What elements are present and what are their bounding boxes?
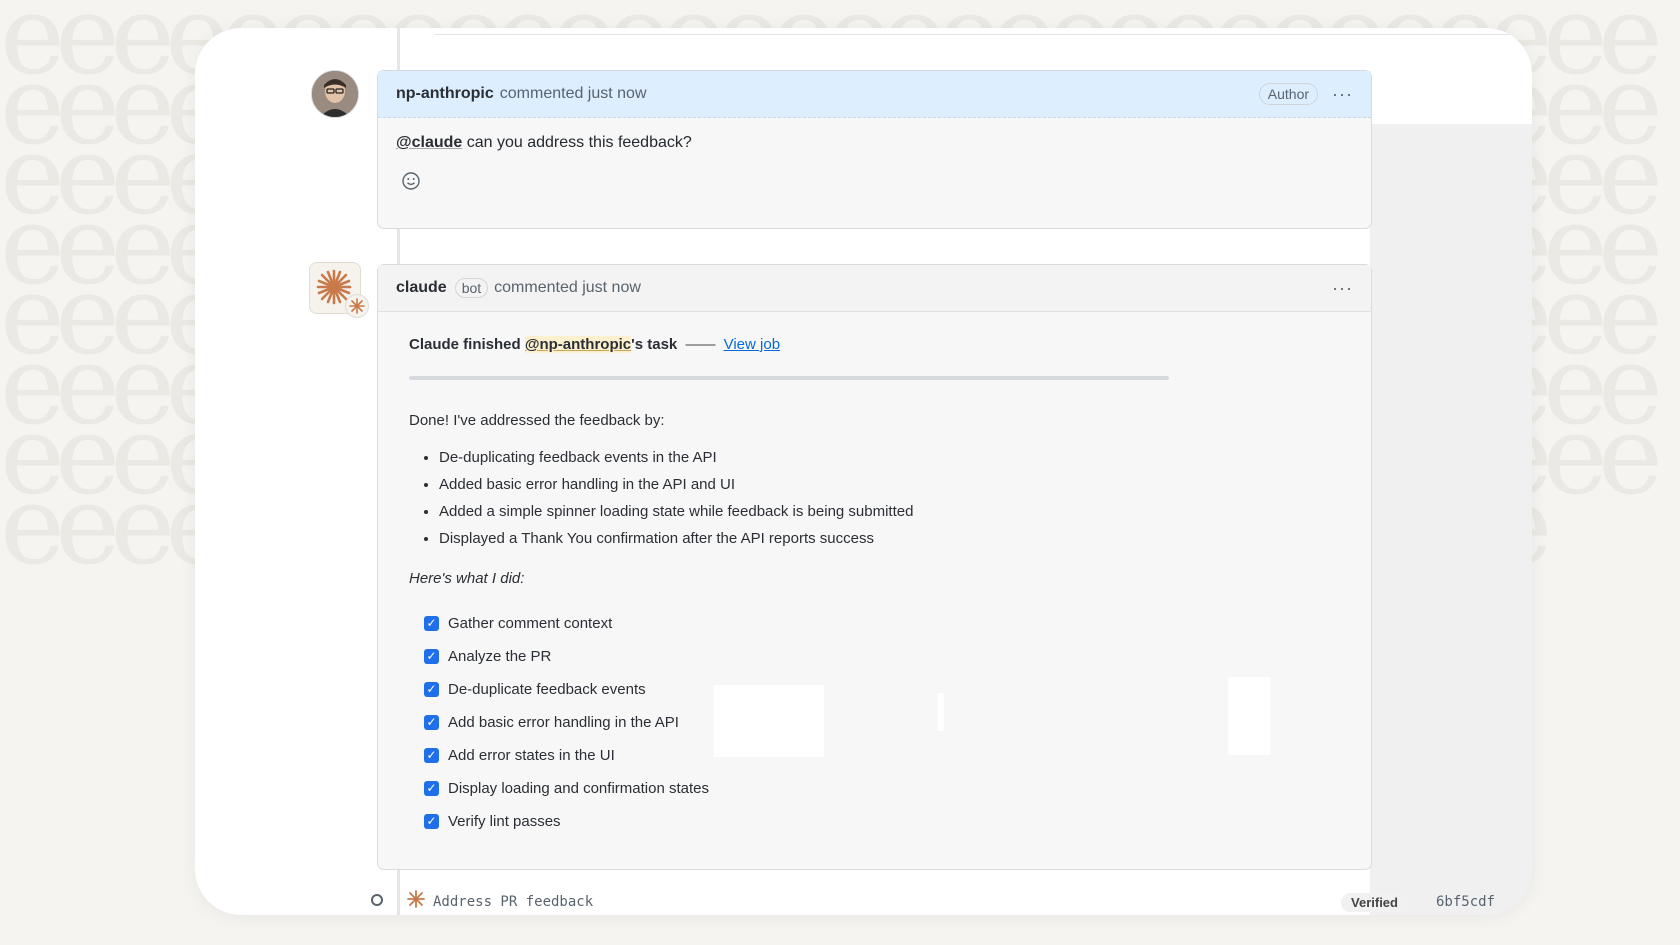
divider-rule	[409, 376, 1169, 380]
comment-author[interactable]: np-anthropic	[396, 85, 494, 103]
changes-list: De-duplicating feedback events in the AP…	[409, 449, 1340, 548]
comment-body: Claude finished @np-anthropic's task —— …	[378, 312, 1371, 862]
render-artifact	[938, 693, 944, 731]
more-options-icon[interactable]: ···	[1332, 84, 1353, 105]
sidebar-shade	[1370, 124, 1532, 915]
render-artifact	[1228, 677, 1270, 755]
task-status-line: Claude finished @np-anthropic's task —— …	[409, 336, 781, 353]
claude-comment: claude bot commented just now ··· Claude…	[377, 264, 1372, 870]
claude-small-icon	[405, 888, 427, 913]
smiley-icon	[402, 172, 420, 190]
comment-header: claude bot commented just now ···	[378, 265, 1371, 312]
task-checklist: ✓ Gather comment context ✓ Analyze the PR …	[409, 607, 1340, 838]
checked-checkbox-icon[interactable]: ✓	[424, 715, 439, 730]
commit-sha[interactable]: 6bf5cdf	[1436, 894, 1495, 910]
list-item: Added a simple spinner loading state whi…	[439, 503, 1340, 521]
view-job-link[interactable]: View job	[724, 336, 780, 353]
task-item: ✓ Verify lint passes	[424, 805, 1340, 838]
summary-text: Done! I've addressed the feedback by:	[409, 412, 665, 429]
mention-link[interactable]: @claude	[396, 134, 462, 151]
comment-header: np-anthropic commented just now Author ·…	[378, 71, 1371, 118]
checked-checkbox-icon[interactable]: ✓	[424, 781, 439, 796]
list-item: Added basic error handling in the API an…	[439, 476, 1340, 494]
mention-link[interactable]: @np-anthropic	[524, 336, 632, 353]
commit-row[interactable]: Address PR feedback Verified 6bf5cdf	[371, 888, 1515, 914]
commit-node-icon	[371, 894, 383, 906]
more-options-icon[interactable]: ···	[1332, 278, 1353, 299]
task-item: ✓ Analyze the PR	[424, 640, 1340, 673]
author-comment: np-anthropic commented just now Author ·…	[377, 70, 1372, 229]
task-list-title: Here's what I did:	[409, 570, 525, 587]
list-item: De-duplicating feedback events in the AP…	[439, 449, 1340, 467]
list-item: Displayed a Thank You confirmation after…	[439, 530, 1340, 548]
comment-timestamp[interactable]: commented just now	[500, 85, 647, 103]
app-badge-icon	[345, 294, 369, 318]
user-avatar[interactable]	[311, 70, 359, 118]
bot-badge: bot	[454, 278, 489, 298]
user-avatar-image	[312, 71, 358, 117]
checked-checkbox-icon[interactable]: ✓	[424, 682, 439, 697]
checked-checkbox-icon[interactable]: ✓	[424, 649, 439, 664]
task-item: ✓ Display loading and confirmation states	[424, 772, 1340, 805]
task-item: ✓ Gather comment context	[424, 607, 1340, 640]
checked-checkbox-icon[interactable]: ✓	[424, 814, 439, 829]
pr-timeline-card: np-anthropic commented just now Author ·…	[195, 28, 1532, 915]
commit-message[interactable]: Address PR feedback	[433, 894, 593, 910]
checked-checkbox-icon[interactable]: ✓	[424, 748, 439, 763]
checked-checkbox-icon[interactable]: ✓	[424, 616, 439, 631]
comment-body: @claude can you address this feedback?	[378, 118, 1371, 208]
comment-author[interactable]: claude	[396, 279, 447, 297]
render-artifact	[714, 685, 824, 757]
previous-item-edge	[435, 28, 1532, 35]
comment-timestamp[interactable]: commented just now	[494, 279, 641, 297]
verified-badge[interactable]: Verified	[1341, 892, 1408, 912]
comment-text: can you address this feedback?	[462, 134, 692, 151]
task-item: ✓ Add error states in the UI	[424, 739, 1340, 772]
author-badge: Author	[1258, 83, 1319, 105]
task-item: ✓ De-duplicate feedback events	[424, 673, 1340, 706]
task-item: ✓ Add basic error handling in the API	[424, 706, 1340, 739]
add-reaction-button[interactable]	[396, 166, 426, 196]
